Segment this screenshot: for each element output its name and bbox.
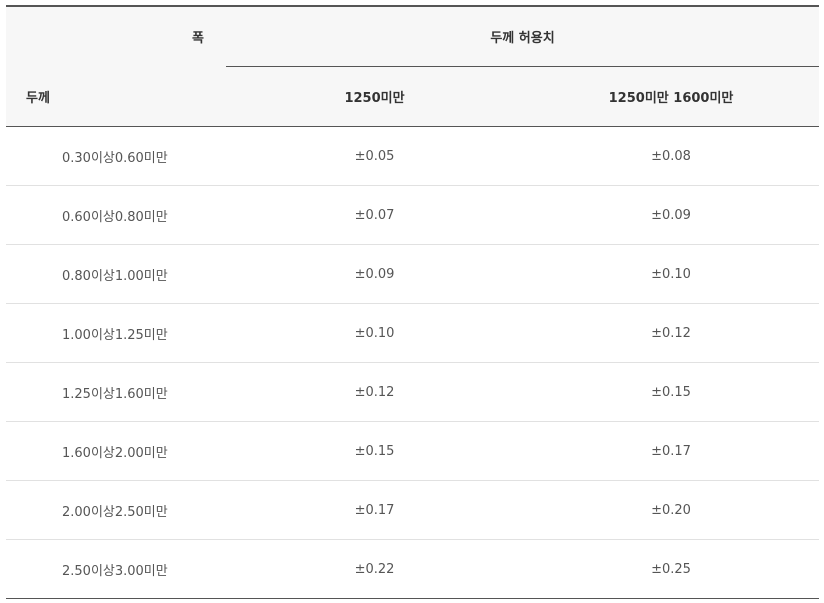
tolerance-under-1250-cell: ±0.17 <box>226 480 523 540</box>
table-row: 0.80이상1.00미만 ±0.09 ±0.10 <box>6 244 820 304</box>
table-body: 0.30이상0.60미만 ±0.05 ±0.08 0.60이상0.80미만 ±0.07 ±… <box>6 126 820 599</box>
thickness-range-cell: 1.00이상1.25미만 <box>6 303 226 363</box>
table-row: 0.30이상0.60미만 ±0.05 ±0.08 <box>6 126 820 186</box>
thickness-range-cell: 2.50이상3.00미만 <box>6 539 226 599</box>
tolerance-1250-1600-cell: ±0.20 <box>523 480 820 540</box>
tolerance-1250-1600-cell: ±0.25 <box>523 539 820 599</box>
thickness-range-cell: 1.25이상1.60미만 <box>6 362 226 422</box>
tolerance-under-1250-cell: ±0.05 <box>226 126 523 186</box>
tolerance-under-1250-cell: ±0.12 <box>226 362 523 422</box>
table-row: 1.60이상2.00미만 ±0.15 ±0.17 <box>6 421 820 481</box>
tolerance-group-header: 두께 허용치 <box>226 5 820 67</box>
thickness-tolerance-table: 폭 두께 허용치 두께 1250미만 1250미만 1600미만 0.30이상0… <box>6 5 820 599</box>
tolerance-under-1250-cell: ±0.10 <box>226 303 523 363</box>
tolerance-1250-1600-cell: ±0.08 <box>523 126 820 186</box>
tolerance-1250-1600-cell: ±0.10 <box>523 244 820 304</box>
table-row: 2.50이상3.00미만 ±0.22 ±0.25 <box>6 539 820 599</box>
tolerance-1250-1600-cell: ±0.12 <box>523 303 820 363</box>
tolerance-1250-1600-cell: ±0.09 <box>523 185 820 245</box>
tolerance-1250-1600-cell: ±0.15 <box>523 362 820 422</box>
thickness-range-cell: 1.60이상2.00미만 <box>6 421 226 481</box>
tolerance-under-1250-cell: ±0.09 <box>226 244 523 304</box>
tolerance-under-1250-cell: ±0.07 <box>226 185 523 245</box>
width-under-1250-header: 1250미만 <box>226 66 523 127</box>
tolerance-under-1250-cell: ±0.15 <box>226 421 523 481</box>
tolerance-1250-1600-cell: ±0.17 <box>523 421 820 481</box>
table-row: 2.00이상2.50미만 ±0.17 ±0.20 <box>6 480 820 540</box>
thickness-range-cell: 0.60이상0.80미만 <box>6 185 226 245</box>
table-row: 1.25이상1.60미만 ±0.12 ±0.15 <box>6 362 820 422</box>
tolerance-under-1250-cell: ±0.22 <box>226 539 523 599</box>
thickness-range-cell: 0.30이상0.60미만 <box>6 126 226 186</box>
thickness-range-cell: 0.80이상1.00미만 <box>6 244 226 304</box>
thickness-range-cell: 2.00이상2.50미만 <box>6 480 226 540</box>
width-1250-1600-header: 1250미만 1600미만 <box>523 66 820 127</box>
tolerance-table-container: 폭 두께 허용치 두께 1250미만 1250미만 1600미만 0.30이상0… <box>6 5 820 599</box>
table-row: 0.60이상0.80미만 ±0.07 ±0.09 <box>6 185 820 245</box>
thickness-header: 두께 <box>6 66 226 127</box>
table-header: 폭 두께 허용치 두께 1250미만 1250미만 1600미만 <box>6 5 820 127</box>
width-header: 폭 <box>6 5 226 67</box>
table-row: 1.00이상1.25미만 ±0.10 ±0.12 <box>6 303 820 363</box>
